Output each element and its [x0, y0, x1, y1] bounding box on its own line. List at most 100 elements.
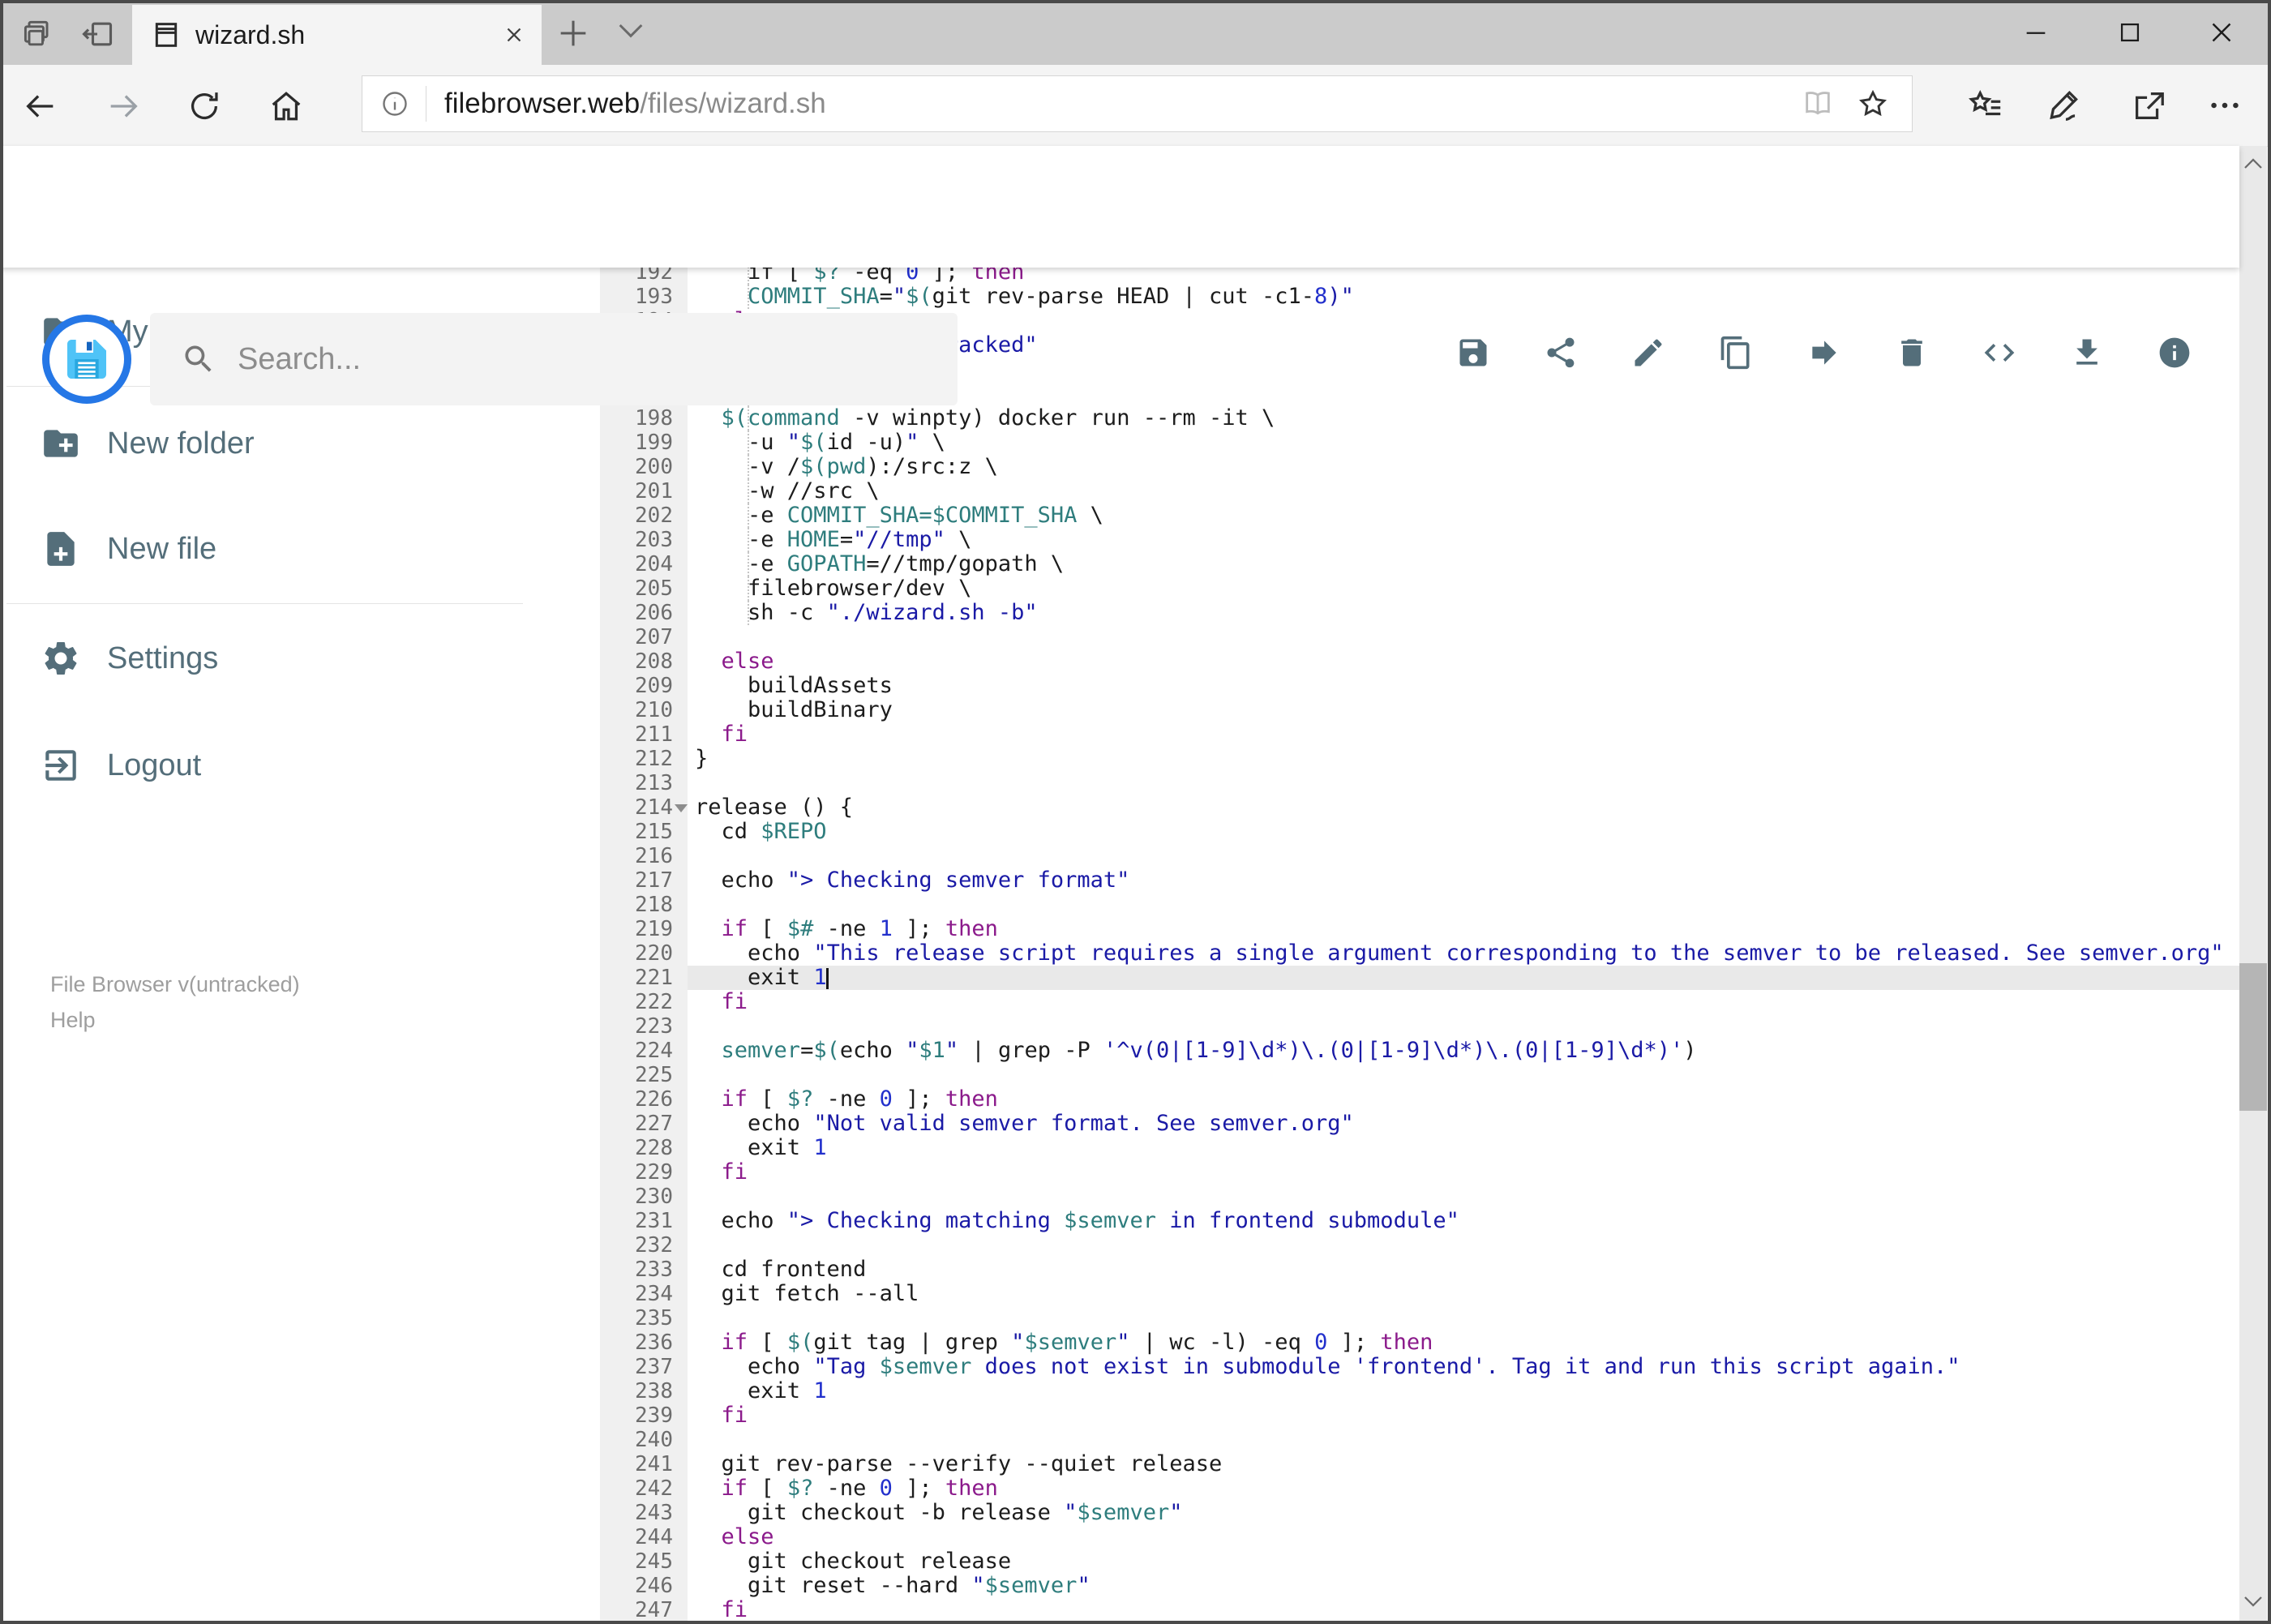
code-line[interactable]: 227 echo "Not valid semver format. See s… — [600, 1112, 2239, 1137]
code-line[interactable]: 245 git checkout release — [600, 1549, 2239, 1575]
code-line[interactable]: 192 if [ $? -eq 0 ]; then — [600, 268, 2239, 285]
code-line[interactable]: 236 if [ $(git tag | grep "$semver" | wc… — [600, 1330, 2239, 1356]
code-line[interactable]: 198 $(command -v winpty) docker run --rm… — [600, 406, 2239, 431]
code-line[interactable]: 214 release () { — [600, 795, 2239, 821]
url-field[interactable]: filebrowser.web/files/wizard.sh — [362, 75, 1913, 132]
code-line[interactable]: 222 fi — [600, 990, 2239, 1015]
code-line[interactable]: 232 — [600, 1233, 2239, 1258]
code-line[interactable]: 209 buildAssets — [600, 674, 2239, 699]
window-minimize-button[interactable] — [1991, 10, 2080, 55]
code-line[interactable]: 217 echo "> Checking semver format" — [600, 868, 2239, 893]
share-button[interactable] — [1543, 335, 1579, 371]
home-icon[interactable] — [268, 88, 305, 125]
code-line[interactable]: 237 echo "Tag $semver does not exist in … — [600, 1355, 2239, 1380]
more-dots-icon[interactable] — [2206, 87, 2243, 124]
code-line[interactable]: 241 git rev-parse --verify --quiet relea… — [600, 1452, 2239, 1477]
forward-icon[interactable] — [105, 88, 142, 125]
refresh-icon[interactable] — [186, 88, 223, 125]
window-maximize-button[interactable] — [2085, 10, 2175, 55]
code-line[interactable]: 242 if [ $? -ne 0 ]; then — [600, 1476, 2239, 1502]
download-button[interactable] — [2069, 335, 2105, 371]
fold-arrow-icon[interactable] — [675, 804, 688, 812]
code-line-text: git checkout -b release "$semver" — [695, 1500, 1183, 1525]
set-tabs-aside-icon[interactable] — [79, 16, 115, 52]
code-line[interactable]: 230 — [600, 1185, 2239, 1209]
code-line[interactable]: 238 exit 1 — [600, 1379, 2239, 1404]
site-info-icon[interactable] — [380, 89, 409, 118]
code-line[interactable]: 223 — [600, 1014, 2239, 1039]
code-line[interactable]: 201 -w //src \ — [600, 479, 2239, 503]
move-button[interactable] — [1806, 335, 1842, 371]
search-placeholder: Search... — [238, 341, 362, 376]
code-line[interactable]: 244 else — [600, 1525, 2239, 1550]
code-line[interactable]: 216 — [600, 844, 2239, 868]
copy-button[interactable] — [1718, 335, 1754, 371]
code-line[interactable]: 206 sh -c "./wizard.sh -b" — [600, 601, 2239, 625]
active-tab[interactable]: wizard.sh — [132, 5, 542, 65]
tab-preview-icon[interactable] — [20, 16, 56, 52]
code-line[interactable]: 225 — [600, 1063, 2239, 1087]
code-line[interactable]: 211 fi — [600, 722, 2239, 748]
code-line[interactable]: 193 COMMIT_SHA="$(git rev-parse HEAD | c… — [600, 285, 2239, 309]
code-line[interactable]: 213 — [600, 771, 2239, 795]
code-line[interactable]: 220 echo "This release script requires a… — [600, 941, 2239, 966]
code-line[interactable]: 231 echo "> Checking matching $semver in… — [600, 1209, 2239, 1234]
code-line[interactable]: 233 cd frontend — [600, 1258, 2239, 1283]
code-line[interactable]: 208 else — [600, 649, 2239, 675]
code-line[interactable]: 239 fi — [600, 1403, 2239, 1429]
code-line[interactable]: 218 — [600, 893, 2239, 917]
tab-list-chevron-icon[interactable] — [615, 21, 647, 45]
code-line[interactable]: 200 -v /$(pwd):/src:z \ — [600, 455, 2239, 479]
code-line[interactable]: 203 -e HOME="//tmp" \ — [600, 528, 2239, 552]
share-icon[interactable] — [2130, 87, 2167, 124]
code-line[interactable]: 247 fi — [600, 1598, 2239, 1623]
window-close-button[interactable] — [2177, 10, 2266, 55]
code-line[interactable]: 228 exit 1 — [600, 1136, 2239, 1161]
sidebar-item-new-folder[interactable]: New folder — [41, 419, 255, 468]
code-line[interactable]: 235 — [600, 1306, 2239, 1330]
delete-button[interactable] — [1894, 335, 1930, 371]
code-line[interactable]: 199 -u "$(id -u)" \ — [600, 431, 2239, 455]
new-tab-icon[interactable] — [555, 15, 592, 52]
code-line[interactable]: 205 filebrowser/dev \ — [600, 576, 2239, 601]
info-button[interactable] — [2157, 335, 2192, 371]
code-line[interactable]: 204 -e GOPATH=//tmp/gopath \ — [600, 552, 2239, 576]
sidebar-item-new-file[interactable]: New file — [41, 525, 216, 573]
search-input[interactable]: Search... — [150, 313, 958, 405]
code-line[interactable]: 226 if [ $? -ne 0 ]; then — [600, 1087, 2239, 1112]
favorite-star-icon[interactable] — [1857, 88, 1889, 120]
rename-button[interactable] — [1630, 335, 1666, 371]
help-link[interactable]: Help — [50, 1002, 96, 1038]
code-line[interactable]: 202 -e COMMIT_SHA=$COMMIT_SHA \ — [600, 503, 2239, 528]
code-line[interactable]: 215 cd $REPO — [600, 820, 2239, 845]
code-view-button[interactable] — [1982, 335, 2017, 371]
line-number: 221 — [635, 966, 673, 990]
scrollbar-up-icon[interactable] — [2241, 156, 2265, 175]
code-line[interactable]: 246 git reset --hard "$semver" — [600, 1574, 2239, 1599]
code-editor[interactable]: 192 if [ $? -eq 0 ]; then 193 COMMIT_SHA=… — [600, 268, 2239, 1624]
code-line[interactable]: 224 semver=$(echo "$1" | grep -P '^v(0|[… — [600, 1039, 2239, 1064]
document-favicon-icon — [150, 19, 182, 51]
annotate-pen-icon[interactable] — [2046, 87, 2084, 124]
code-line[interactable]: 221 exit 1 — [600, 966, 2239, 990]
code-line[interactable]: 210 buildBinary — [600, 698, 2239, 723]
code-line[interactable]: 212} — [600, 747, 2239, 772]
vertical-scrollbar[interactable] — [2239, 146, 2267, 1624]
code-line[interactable]: 229 fi — [600, 1160, 2239, 1185]
reading-view-icon[interactable] — [1802, 88, 1834, 120]
line-number: 226 — [635, 1087, 673, 1112]
sidebar-item-settings[interactable]: Settings — [41, 634, 218, 683]
code-line[interactable]: 207 — [600, 625, 2239, 649]
sidebar-item-logout[interactable]: Logout — [41, 741, 201, 790]
back-icon[interactable] — [22, 88, 59, 125]
code-line[interactable]: 234 git fetch --all — [600, 1282, 2239, 1307]
tab-close-icon[interactable] — [496, 17, 532, 53]
scrollbar-down-icon[interactable] — [2241, 1593, 2265, 1613]
code-line[interactable]: 240 — [600, 1428, 2239, 1452]
code-line[interactable]: 219 if [ $# -ne 1 ]; then — [600, 917, 2239, 942]
file-browser-floppy-logo[interactable] — [42, 315, 131, 404]
favorites-hub-icon[interactable] — [1967, 87, 2004, 124]
scrollbar-thumb[interactable] — [2239, 963, 2267, 1111]
save-button[interactable] — [1455, 335, 1491, 371]
code-line[interactable]: 243 git checkout -b release "$semver" — [600, 1500, 2239, 1526]
